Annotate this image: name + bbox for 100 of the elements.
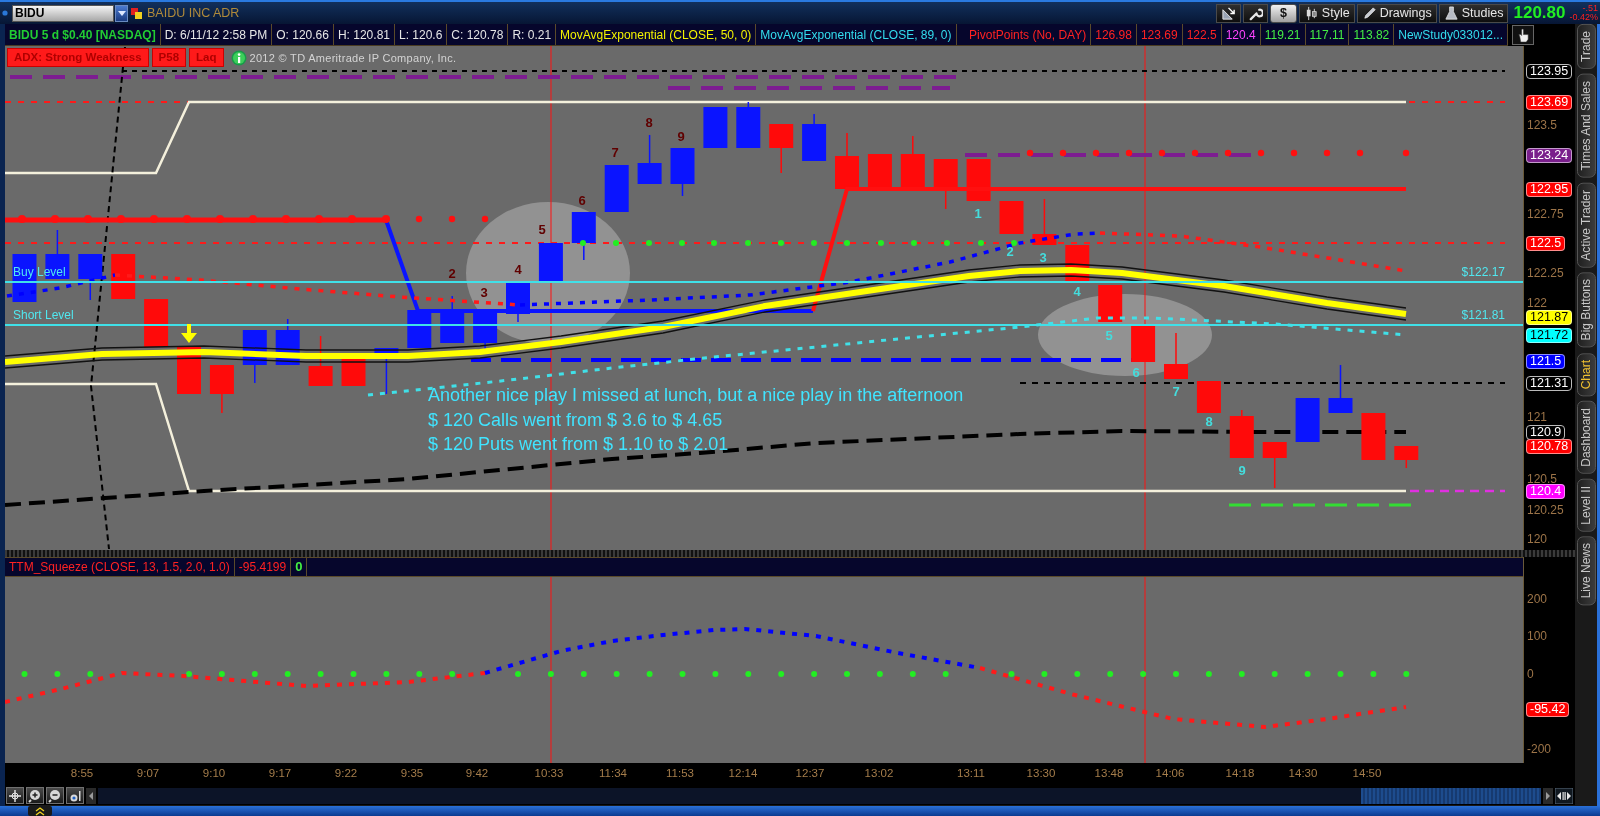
signal-dot	[1140, 671, 1147, 677]
sequence-number: 6	[1132, 365, 1140, 380]
signal-dot	[878, 240, 884, 246]
side-tab[interactable]: Level II	[1576, 478, 1596, 532]
sequence-number: 5	[538, 222, 546, 237]
zoom-in-button[interactable]	[26, 787, 44, 804]
time-label: 14:30	[1288, 767, 1318, 779]
signal-dot	[515, 671, 521, 677]
sequence-number: 9	[1238, 463, 1246, 478]
side-tab[interactable]: Dashboard	[1576, 400, 1596, 474]
signal-dot	[1158, 149, 1166, 157]
sequence-number: 3	[480, 285, 488, 300]
sequence-number: 5	[1105, 328, 1113, 343]
axis-label: 120.25	[1527, 503, 1564, 517]
scrollbar-thumb[interactable]	[1361, 787, 1541, 804]
axis-label: 100	[1527, 629, 1548, 643]
study-label: 120.4	[1225, 27, 1256, 42]
signal-dot	[251, 671, 258, 677]
candlestick	[966, 158, 991, 202]
signal-dot	[416, 671, 423, 677]
signal-dot	[1370, 671, 1377, 677]
signal-dot	[613, 240, 619, 246]
crosshair-icon	[8, 788, 22, 803]
time-label: 13:48	[1094, 767, 1124, 779]
side-tab[interactable]: Active Trader	[1576, 182, 1596, 268]
price-tag: 120.4	[1526, 484, 1566, 499]
study-label: 122.5	[1186, 27, 1217, 42]
chevron-up-icon[interactable]	[28, 806, 52, 816]
cursor-mode-button[interactable]	[1512, 25, 1534, 45]
copyright-text: 2012 © TD Ameritrade IP Company, Inc.	[249, 51, 457, 64]
drawing-tools-button[interactable]	[1215, 3, 1241, 23]
status-label: Laq	[189, 48, 224, 67]
signal-dot	[1257, 149, 1265, 157]
signal-dot	[1011, 240, 1017, 246]
time-label: 9:22	[334, 767, 358, 779]
sequence-number: 3	[1039, 250, 1047, 265]
candlestick	[1295, 397, 1320, 443]
settings-button[interactable]	[1242, 3, 1268, 23]
side-tab[interactable]: Chart	[1576, 352, 1596, 396]
candlestick	[999, 200, 1024, 235]
price-tag: 121.5	[1526, 354, 1566, 369]
signal-dot	[1304, 671, 1311, 677]
company-name: BAIDU INC ADR	[147, 6, 240, 20]
time-label: 9:42	[465, 767, 489, 779]
signal-dot	[942, 671, 949, 677]
signal-dot	[547, 671, 554, 677]
last-price: 120.80	[1513, 3, 1566, 23]
zoom-out-button[interactable]	[46, 787, 64, 804]
time-label: 12:37	[795, 767, 825, 779]
dropdown-button[interactable]	[115, 4, 128, 22]
scroll-right-icon[interactable]	[1543, 787, 1553, 804]
candlestick	[1328, 364, 1353, 414]
symbol-field[interactable]: BIDU	[12, 4, 114, 22]
study-label: -95.4199	[238, 560, 287, 574]
crosshair-button[interactable]	[6, 787, 24, 804]
candlestick	[1262, 441, 1287, 489]
signal-dot	[186, 671, 192, 677]
level-price: $122.17	[1461, 265, 1505, 280]
price-tag: 121.87	[1526, 310, 1573, 325]
resize-handle-icon[interactable]	[1555, 787, 1573, 804]
side-tab[interactable]: Live News	[1576, 536, 1596, 606]
signal-dot	[21, 671, 28, 677]
scrollbar-track[interactable]	[98, 787, 1541, 804]
sequence-number: 7	[1172, 384, 1180, 399]
candlestick	[933, 158, 958, 210]
candlestick	[867, 153, 892, 190]
side-tab[interactable]: Times And Sales	[1576, 73, 1596, 178]
axis-label: 123.5	[1527, 118, 1558, 132]
study-label: O: 120.66	[276, 27, 329, 42]
dollar-button[interactable]: $	[1269, 3, 1297, 23]
scroll-left-icon[interactable]	[86, 787, 96, 804]
price-tag: 121.72	[1526, 328, 1573, 343]
zoom-out-icon	[48, 788, 62, 803]
signal-dot	[580, 671, 587, 677]
side-tab[interactable]: Big Buttons	[1576, 272, 1596, 348]
candlestick	[341, 358, 366, 387]
style-button[interactable]: Style	[1298, 3, 1355, 23]
time-label: 14:06	[1155, 767, 1185, 779]
study-label: MovAvgExponential (CLOSE, 50, 0)	[560, 27, 752, 42]
study-label: 0	[295, 560, 303, 574]
signal-dot	[54, 671, 61, 677]
studies-button[interactable]: Studies	[1438, 3, 1509, 23]
price-tag: 123.24	[1526, 148, 1573, 163]
candlestick	[242, 329, 267, 384]
price-tag: 120.78	[1526, 439, 1573, 454]
signal-dot	[1059, 149, 1067, 157]
time-label: 13:11	[957, 767, 985, 779]
drawings-button[interactable]: Drawings	[1356, 3, 1437, 23]
side-tab[interactable]: Trade	[1576, 24, 1596, 69]
axis-label: 121	[1527, 410, 1548, 424]
signal-dot	[844, 671, 850, 677]
candlestick	[308, 335, 333, 387]
time-label: 8:55	[70, 767, 94, 779]
study-label: 119.21	[1264, 27, 1301, 42]
signal-dot	[909, 671, 916, 677]
zoom-reset-button[interactable]	[66, 787, 84, 804]
sequence-number: 8	[1205, 414, 1213, 429]
signal-dot	[1403, 671, 1410, 677]
hand-pointer-icon	[1515, 27, 1531, 43]
study-label: PivotPoints (No, DAY)	[969, 27, 1087, 42]
